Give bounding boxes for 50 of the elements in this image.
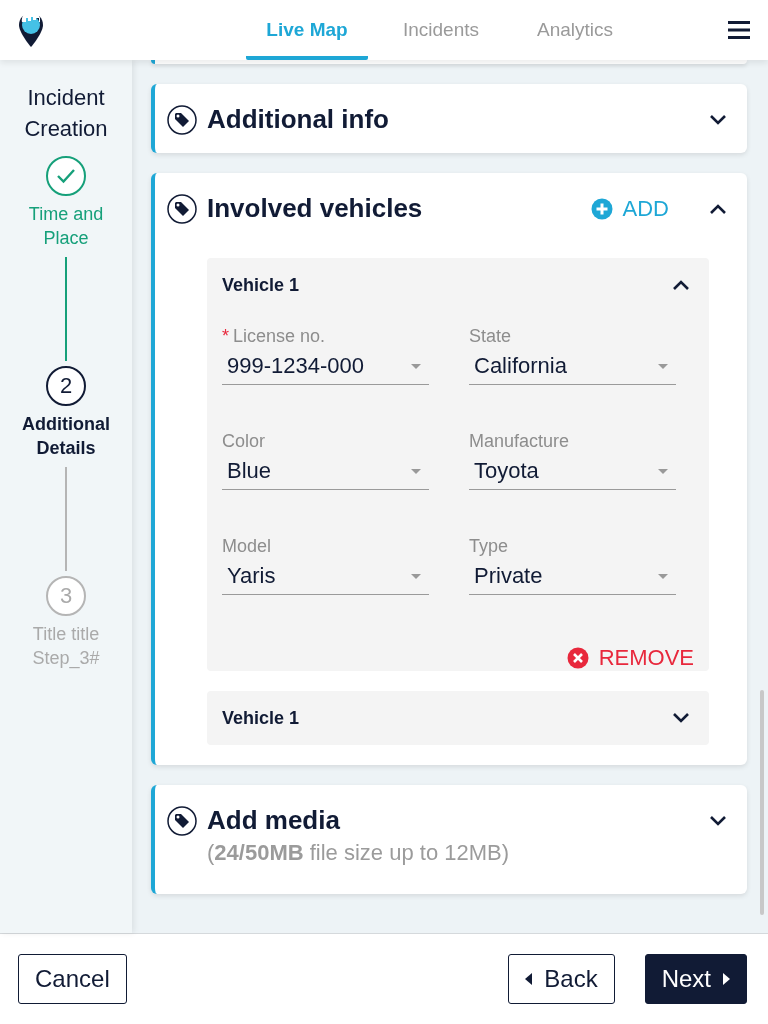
field-label: Manufacture [469,431,571,452]
step-label: Additional Details [21,413,111,460]
tag-icon [167,805,197,836]
section-title: Additional info [207,104,389,135]
tag-icon [167,104,197,135]
caret-left-icon [525,973,533,985]
remove-button[interactable]: REMOVE [566,645,694,671]
dropdown-caret-icon [411,363,421,369]
dropdown-caret-icon [658,468,668,474]
dropdown-caret-icon [658,363,668,369]
vehicle-title: Vehicle 1 [222,707,300,729]
section-title: Involved vehicles [207,193,423,224]
section-subtitle: (24/50MB file size up to 12MB) [207,840,511,866]
select-field[interactable]: Blue [222,458,429,490]
chevron-up-icon [672,279,690,291]
select-field[interactable]: California [469,353,676,385]
chevron-down-icon [709,814,727,827]
step-label: Title title Step_3# [31,623,101,670]
vehicle-title: Vehicle 1 [222,274,300,296]
select-field[interactable]: 999-1234-000 [222,353,429,385]
select-field[interactable]: Yaris [222,563,429,595]
sidebar-title: Incident Creation [23,84,109,143]
select-field[interactable]: Toyota [469,458,676,490]
scrollbar[interactable] [760,690,764,915]
chevron-down-icon [709,113,727,126]
back-button[interactable]: Back [508,954,615,1004]
chevron-up-icon [709,202,727,215]
plus-icon [590,197,613,220]
caret-right-icon [723,973,730,985]
select-field[interactable]: Private [469,563,676,595]
dropdown-caret-icon [411,573,421,579]
field-label: Model [222,536,273,557]
dropdown-caret-icon [658,573,668,579]
tag-icon [167,193,197,224]
section-title: Add media [207,805,340,836]
required-mark: * [222,326,229,346]
menu-icon[interactable] [728,21,750,39]
cancel-button[interactable]: Cancel [18,954,127,1004]
logo-icon [18,12,44,48]
check-icon [56,168,76,184]
next-button[interactable]: Next [644,954,747,1004]
chevron-down-icon [672,712,690,724]
dropdown-caret-icon [411,468,421,474]
step-circle[interactable]: 2 [46,366,86,406]
step-circle[interactable] [46,156,86,196]
field-label: * License no. [222,326,327,347]
step-label: Time and Place [27,203,105,250]
field-label: Color [222,431,266,452]
field-label: State [469,326,513,347]
field-label: Type [469,536,510,557]
